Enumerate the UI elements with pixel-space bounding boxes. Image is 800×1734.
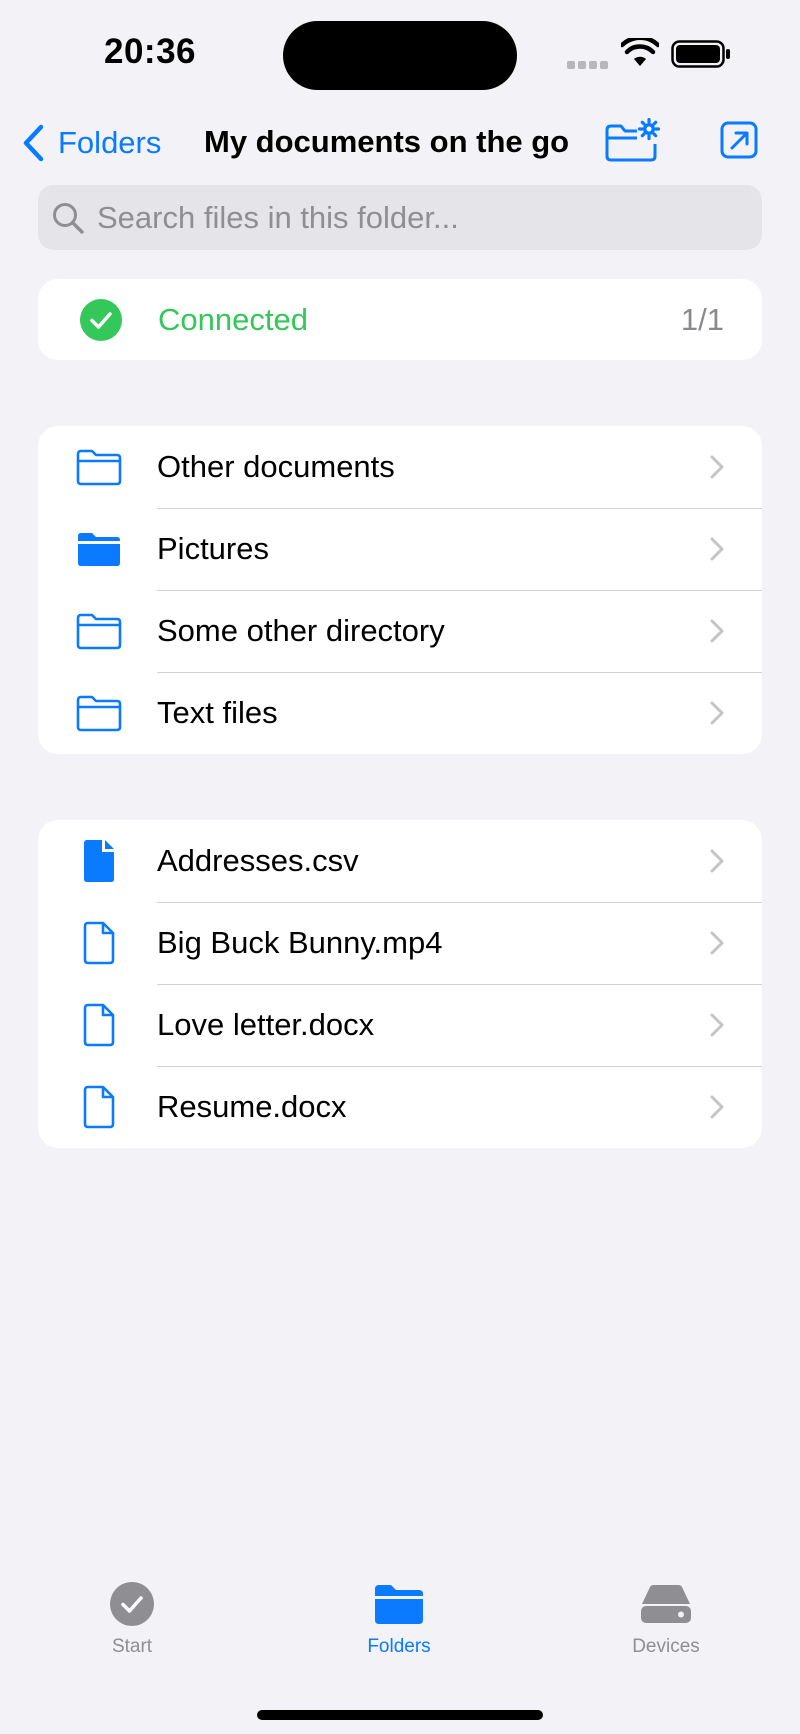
chevron-right-icon [710, 619, 724, 643]
cellular-signal-icon [567, 56, 611, 74]
tab-label: Folders [367, 1636, 431, 1657]
folder-filled-icon [76, 526, 122, 572]
back-button-label: Folders [58, 125, 162, 160]
folder-outline-icon [76, 690, 122, 736]
page-title: My documents on the go [204, 124, 570, 159]
folder-name: Other documents [157, 449, 395, 484]
chevron-right-icon [710, 849, 724, 873]
connection-count: 1/1 [680, 301, 724, 337]
chevron-left-icon [23, 124, 44, 162]
checkmark-circle-icon [80, 298, 122, 341]
tab-start[interactable]: Start [72, 1580, 192, 1658]
file-row-addresses[interactable]: Addresses.csv [38, 820, 762, 902]
chevron-right-icon [710, 1013, 724, 1037]
chevron-right-icon [710, 455, 724, 479]
folder-filled-icon [371, 1580, 427, 1628]
screen: 20:36 Folders My documents on the go Sea… [0, 0, 800, 1734]
folders-list: Other documents Pictures Some other dire… [38, 426, 762, 754]
folder-row-text-files[interactable]: Text files [38, 672, 762, 754]
drive-icon [638, 1580, 694, 1628]
search-input[interactable] [97, 199, 737, 236]
open-external-icon[interactable] [720, 120, 758, 160]
connection-status-label: Connected [158, 301, 308, 337]
file-name: Big Buck Bunny.mp4 [157, 925, 443, 960]
document-filled-icon [76, 838, 122, 884]
folder-row-other-documents[interactable]: Other documents [38, 426, 762, 508]
folder-name: Text files [157, 695, 278, 730]
chevron-right-icon [710, 1095, 724, 1119]
file-name: Resume.docx [157, 1089, 347, 1124]
files-list: Addresses.csv Big Buck Bunny.mp4 Love le… [38, 820, 762, 1148]
dynamic-island [283, 21, 517, 90]
document-outline-icon [76, 1002, 122, 1048]
status-time: 20:36 [104, 32, 197, 71]
folder-settings-icon[interactable] [603, 118, 661, 164]
connection-status-card: Connected 1/1 [38, 279, 762, 360]
folder-name: Pictures [157, 531, 269, 566]
home-indicator[interactable] [257, 1710, 543, 1720]
tab-folders[interactable]: Folders [339, 1580, 459, 1658]
tab-devices[interactable]: Devices [606, 1580, 726, 1658]
folder-row-pictures[interactable]: Pictures [38, 508, 762, 590]
battery-icon [671, 40, 730, 68]
chevron-right-icon [710, 701, 724, 725]
search-icon [53, 202, 84, 234]
search-bar[interactable] [38, 185, 762, 250]
document-outline-icon [76, 920, 122, 966]
chevron-right-icon [710, 537, 724, 561]
tab-bar: Start Folders Devices [0, 1580, 800, 1660]
back-button[interactable]: Folders [22, 122, 161, 164]
navigation-bar: Folders My documents on the go [0, 112, 800, 172]
file-row-resume[interactable]: Resume.docx [38, 1066, 762, 1148]
folder-name: Some other directory [157, 613, 445, 648]
checkmark-circle-icon [104, 1580, 160, 1628]
file-name: Addresses.csv [157, 843, 359, 878]
folder-outline-icon [76, 608, 122, 654]
tab-label: Devices [632, 1636, 700, 1657]
file-row-big-buck-bunny[interactable]: Big Buck Bunny.mp4 [38, 902, 762, 984]
tab-label: Start [111, 1636, 153, 1657]
chevron-right-icon [710, 931, 724, 955]
folder-outline-icon [76, 444, 122, 490]
file-name: Love letter.docx [157, 1007, 375, 1042]
document-outline-icon [76, 1084, 122, 1130]
status-bar: 20:36 [0, 0, 800, 110]
wifi-icon [621, 38, 659, 66]
folder-row-some-other-directory[interactable]: Some other directory [38, 590, 762, 672]
file-row-love-letter[interactable]: Love letter.docx [38, 984, 762, 1066]
